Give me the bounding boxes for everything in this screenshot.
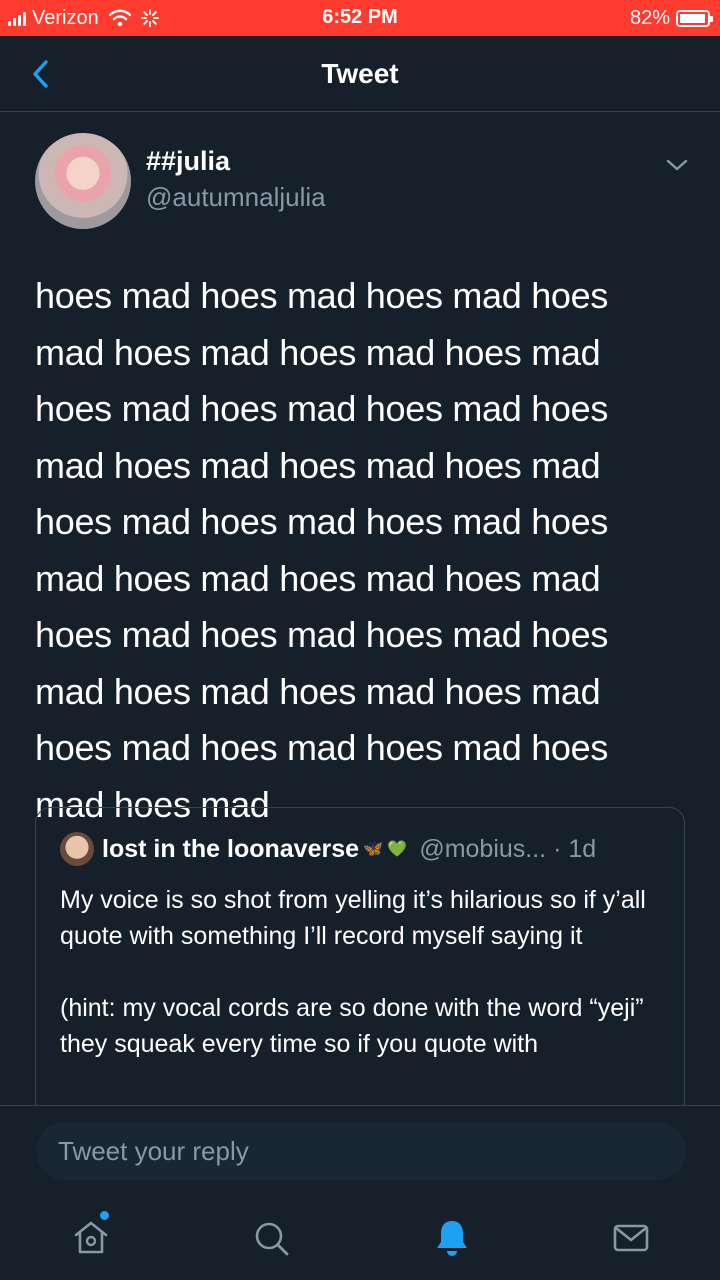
battery-icon: [676, 9, 713, 27]
notifications-icon[interactable]: [432, 1218, 472, 1258]
reply-input[interactable]: Tweet your reply: [36, 1122, 686, 1180]
tweet-text: hoes mad hoes mad hoes mad hoes mad hoes…: [35, 275, 609, 825]
home-icon[interactable]: [71, 1218, 111, 1258]
bottom-bar: Tweet your reply: [0, 1105, 720, 1280]
messages-icon[interactable]: [611, 1218, 651, 1258]
author-handle[interactable]: @autumnaljulia: [146, 182, 326, 213]
quoted-display-name: lost in the loonaverse: [102, 834, 360, 863]
avatar[interactable]: [35, 133, 131, 229]
chevron-down-icon[interactable]: [664, 156, 690, 174]
quoted-header: lost in the loonaverse 🦋 💚 @mobius... · …: [102, 832, 596, 866]
new-content-indicator: [100, 1211, 109, 1220]
top-navigation-bar: Tweet: [0, 36, 720, 112]
page-title: Tweet: [321, 58, 399, 89]
search-icon[interactable]: [251, 1218, 291, 1258]
quoted-name-emojis: 🦋 💚: [363, 841, 408, 858]
quoted-tweet[interactable]: lost in the loonaverse 🦋 💚 @mobius... · …: [35, 807, 685, 1147]
quoted-text: My voice is so shot from yelling it’s hi…: [60, 886, 646, 1058]
battery-percentage: 82%: [629, 6, 670, 29]
tweet-detail-screen: Verizon 6:52 PM 82% Tweet ##julia @autum…: [0, 0, 720, 1280]
quoted-handle-time: @mobius... · 1d: [419, 834, 597, 863]
status-time: 6:52 PM: [322, 6, 398, 28]
quoted-avatar: [60, 832, 94, 866]
author-display-name[interactable]: ##julia: [146, 146, 230, 177]
status-right: 82%: [629, 6, 713, 30]
status-bar: Verizon 6:52 PM 82%: [0, 0, 720, 36]
